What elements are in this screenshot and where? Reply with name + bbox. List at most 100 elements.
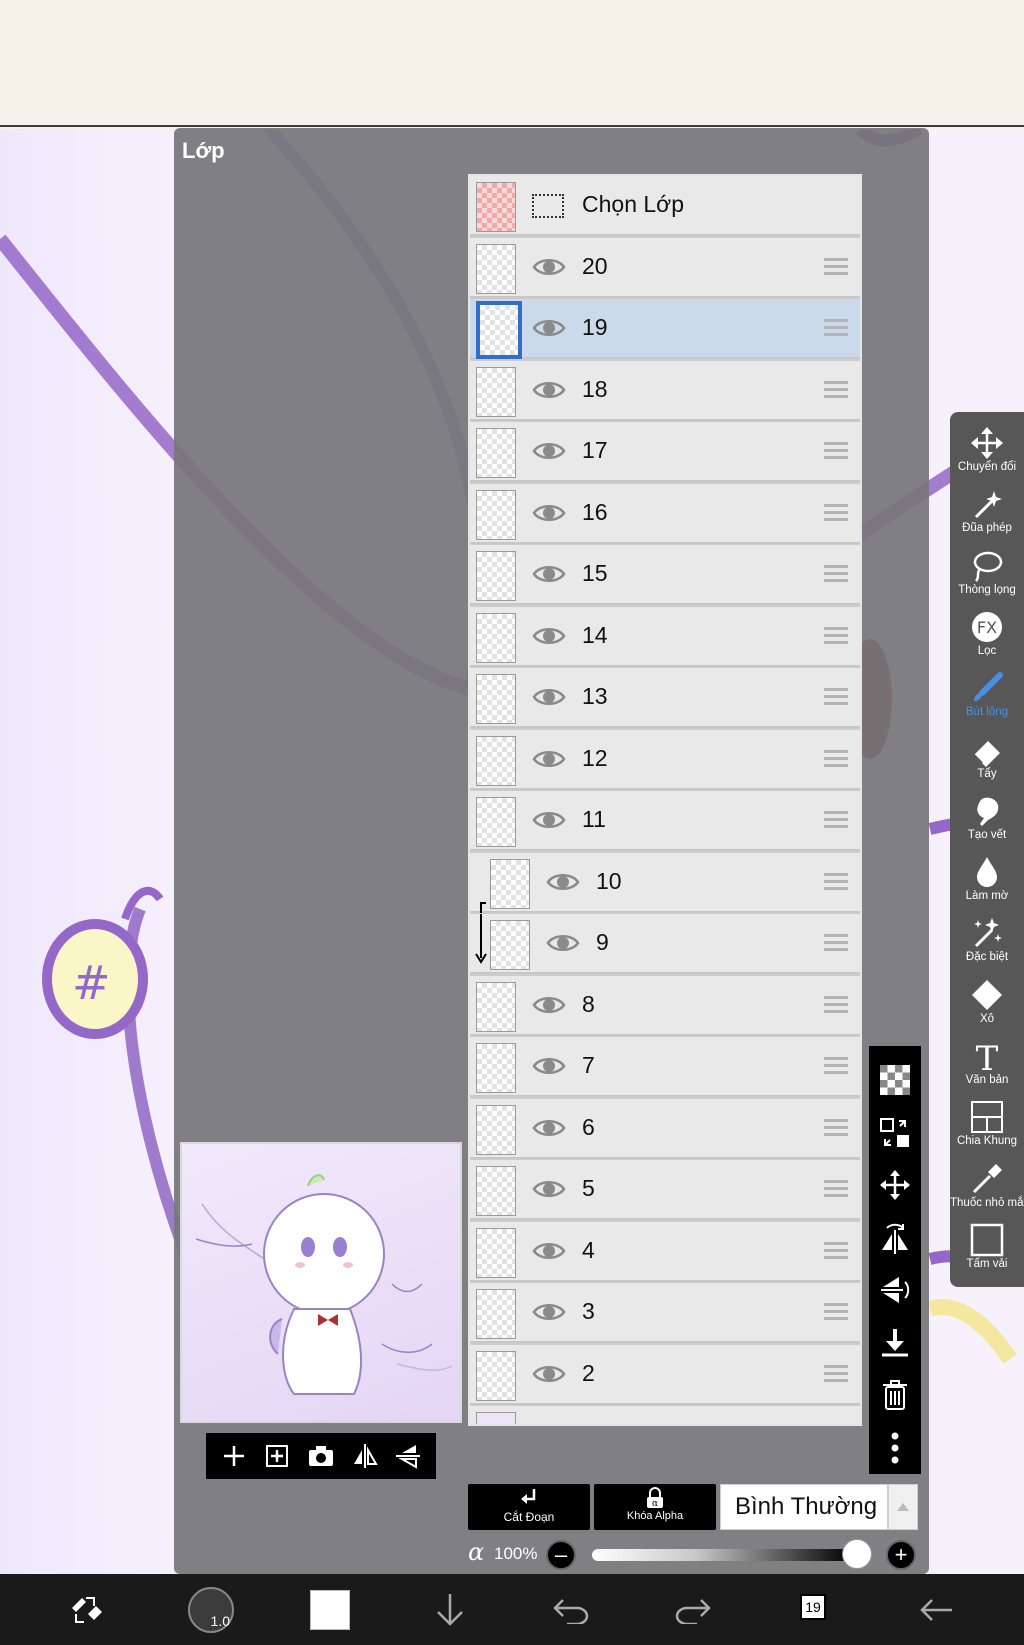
- eye-icon[interactable]: [532, 624, 566, 648]
- transparent-fill-button[interactable]: [873, 1054, 917, 1107]
- layer-row[interactable]: 8: [470, 975, 860, 1036]
- clipping-button[interactable]: Cắt Đoạn: [468, 1484, 590, 1530]
- eye-icon[interactable]: [532, 993, 566, 1017]
- drag-handle-icon[interactable]: [824, 749, 848, 768]
- tool-brush[interactable]: Bút lông: [950, 669, 1024, 730]
- quick-toggle-button[interactable]: [58, 1574, 114, 1645]
- opacity-decrease-button[interactable]: –: [546, 1540, 576, 1570]
- drag-handle-icon[interactable]: [824, 380, 848, 399]
- drag-handle-icon[interactable]: [824, 811, 848, 829]
- layer-row[interactable]: 12: [470, 729, 860, 790]
- drag-handle-icon[interactable]: [824, 1057, 848, 1075]
- layer-row[interactable]: 5: [470, 1160, 860, 1220]
- blend-mode-dropdown-button[interactable]: [888, 1484, 918, 1530]
- swap-layers-button[interactable]: [873, 1107, 917, 1160]
- opacity-slider-knob[interactable]: [842, 1539, 872, 1569]
- drag-handle-icon[interactable]: [824, 688, 848, 706]
- tool-canvas[interactable]: Tấm vải: [950, 1221, 1024, 1282]
- move-down-button[interactable]: [422, 1574, 478, 1645]
- drag-handle-icon[interactable]: [824, 1303, 848, 1321]
- layers-button[interactable]: 19: [786, 1574, 842, 1645]
- delete-layer-button[interactable]: [873, 1369, 917, 1422]
- eye-icon[interactable]: [532, 1054, 566, 1078]
- layer-row[interactable]: 6: [470, 1098, 860, 1159]
- eye-icon[interactable]: [532, 1116, 566, 1140]
- eye-icon[interactable]: [532, 316, 566, 340]
- drag-handle-icon[interactable]: [824, 503, 848, 522]
- back-button[interactable]: [908, 1574, 964, 1645]
- drag-handle-icon[interactable]: [824, 442, 848, 460]
- eye-icon[interactable]: [532, 747, 566, 771]
- tool-frame-divider[interactable]: Chia Khung: [950, 1098, 1024, 1159]
- tool-smudge[interactable]: Tạo vết: [950, 792, 1024, 853]
- select-layer-row[interactable]: Chọn Lớp: [470, 176, 860, 236]
- drag-handle-icon[interactable]: [824, 995, 848, 1014]
- tool-special[interactable]: Đặc biệt: [950, 914, 1024, 975]
- eye-icon[interactable]: [532, 1362, 566, 1386]
- tool-fx[interactable]: FX Lọc: [950, 608, 1024, 669]
- eye-icon[interactable]: [532, 1423, 566, 1424]
- tool-text[interactable]: T Văn bản: [950, 1037, 1024, 1098]
- layer-row[interactable]: 17: [470, 422, 860, 482]
- layer-row[interactable]: 9: [470, 914, 860, 974]
- drag-handle-icon[interactable]: [824, 626, 848, 645]
- eye-icon[interactable]: [532, 808, 566, 832]
- alpha-lock-button[interactable]: α Khóa Alpha: [594, 1484, 716, 1530]
- layer-row[interactable]: 2: [470, 1344, 860, 1405]
- layer-row[interactable]: 11: [470, 791, 860, 851]
- opacity-increase-button[interactable]: +: [886, 1540, 916, 1570]
- eye-icon[interactable]: [532, 439, 566, 463]
- layer-row[interactable]: 10: [470, 852, 860, 913]
- blend-mode-select[interactable]: Bình Thường: [720, 1484, 888, 1530]
- drag-handle-icon[interactable]: [824, 1180, 848, 1198]
- layer-row[interactable]: 13: [470, 668, 860, 728]
- brush-size-button[interactable]: 1.0: [183, 1574, 239, 1645]
- flip-layer-vertical-button[interactable]: [873, 1264, 917, 1317]
- eye-icon[interactable]: [532, 1300, 566, 1324]
- layer-row[interactable]: 19: [470, 299, 860, 359]
- layer-row[interactable]: 14: [470, 606, 860, 667]
- layer-row[interactable]: 20: [470, 237, 860, 298]
- tool-move[interactable]: Chuyển đổi: [950, 424, 1024, 485]
- opacity-slider[interactable]: [592, 1549, 852, 1561]
- tool-lasso[interactable]: Thòng lọng: [950, 547, 1024, 608]
- redo-button[interactable]: [665, 1574, 721, 1645]
- flip-horizontal-button[interactable]: [347, 1438, 383, 1474]
- drag-handle-icon[interactable]: [824, 1241, 848, 1260]
- eye-icon[interactable]: [532, 685, 566, 709]
- eye-icon[interactable]: [532, 501, 566, 525]
- layer-row[interactable]: 16: [470, 483, 860, 544]
- color-button[interactable]: [302, 1574, 358, 1645]
- drag-handle-icon[interactable]: [824, 319, 848, 337]
- eye-icon[interactable]: [532, 1239, 566, 1263]
- drag-handle-icon[interactable]: [824, 934, 848, 952]
- tool-magic-wand[interactable]: Đũa phép: [950, 485, 1024, 546]
- move-layer-button[interactable]: [873, 1159, 917, 1212]
- eye-icon[interactable]: [532, 562, 566, 586]
- more-options-button[interactable]: [873, 1422, 917, 1475]
- eye-icon[interactable]: [546, 931, 580, 955]
- drag-handle-icon[interactable]: [824, 1364, 848, 1383]
- tool-eyedropper[interactable]: Thuốc nhỏ mắt: [950, 1160, 1024, 1221]
- layer-row[interactable]: 3: [470, 1283, 860, 1343]
- add-layer-button[interactable]: [216, 1438, 252, 1474]
- eye-icon[interactable]: [532, 378, 566, 402]
- layer-row[interactable]: 15: [470, 545, 860, 605]
- layer-row[interactable]: 7: [470, 1037, 860, 1097]
- add-layer-copy-button[interactable]: [259, 1438, 295, 1474]
- flip-layer-horizontal-button[interactable]: [873, 1212, 917, 1265]
- tool-eraser[interactable]: Tẩy: [950, 731, 1024, 792]
- flip-vertical-button[interactable]: [390, 1438, 426, 1474]
- drag-handle-icon[interactable]: [824, 565, 848, 583]
- tool-blur[interactable]: Làm mờ: [950, 853, 1024, 914]
- drag-handle-icon[interactable]: [824, 1118, 848, 1137]
- layer-row[interactable]: 1: [470, 1406, 860, 1424]
- merge-down-button[interactable]: [873, 1317, 917, 1370]
- undo-button[interactable]: [543, 1574, 599, 1645]
- tool-bucket[interactable]: Xô: [950, 976, 1024, 1037]
- import-photo-button[interactable]: [303, 1438, 339, 1474]
- drag-handle-icon[interactable]: [824, 257, 848, 276]
- layer-row[interactable]: 4: [470, 1221, 860, 1282]
- layer-row[interactable]: 18: [470, 360, 860, 421]
- drag-handle-icon[interactable]: [824, 872, 848, 891]
